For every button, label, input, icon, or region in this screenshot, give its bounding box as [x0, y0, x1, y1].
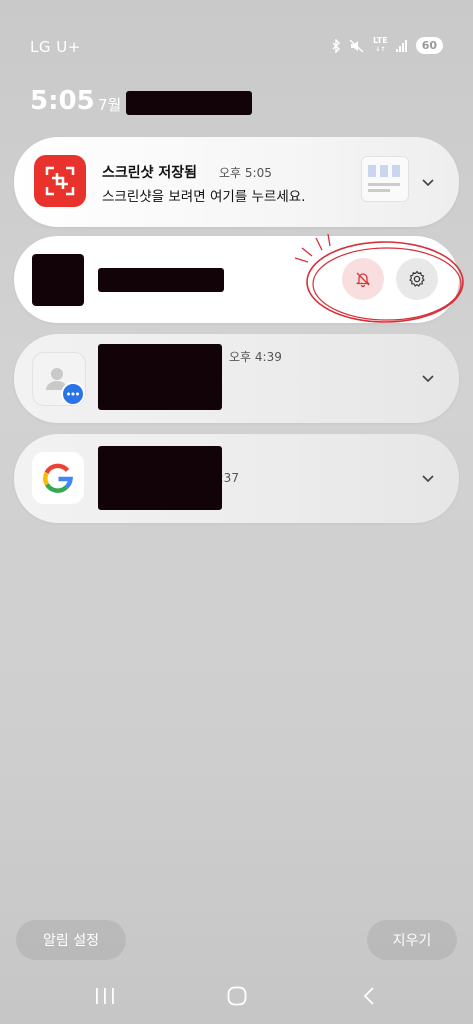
notification-messages[interactable]: 오후 4:39	[14, 334, 459, 423]
notification-screenshot[interactable]: 스크린샷 저장됨 오후 5:05 스크린샷을 보려면 여기를 누르세요.	[14, 137, 459, 227]
redacted-content	[98, 446, 222, 510]
lte-label: LTE	[372, 36, 388, 45]
google-icon	[32, 452, 84, 504]
clock: 5:05	[30, 86, 95, 116]
mute-icon	[349, 38, 365, 53]
recent-apps-icon[interactable]	[92, 985, 118, 1007]
chevron-down-icon[interactable]	[421, 175, 435, 189]
screenshot-icon	[34, 155, 86, 207]
notification-time: 오후 5:05	[219, 166, 272, 180]
clear-all-button[interactable]: 지우기	[367, 920, 457, 960]
back-icon[interactable]	[360, 985, 380, 1007]
battery-icon: 60	[415, 37, 443, 54]
messages-contact-icon	[32, 352, 86, 406]
home-icon[interactable]	[226, 985, 248, 1007]
notification-google[interactable]: 4:37	[14, 434, 459, 523]
chevron-down-icon[interactable]	[421, 371, 435, 385]
notification-title: 스크린샷 저장됨	[102, 165, 198, 181]
redacted-content	[98, 344, 222, 410]
notification-body: 스크린샷을 보려면 여기를 누르세요.	[102, 189, 306, 205]
lte-icon: LTE ↓↑	[372, 36, 388, 54]
redacted-date	[126, 91, 252, 115]
redacted-title	[98, 268, 224, 292]
chevron-down-icon[interactable]	[421, 471, 435, 485]
bluetooth-icon	[331, 38, 341, 53]
redacted-icon	[32, 254, 84, 306]
notification-time: 오후 4:39	[229, 350, 282, 364]
carrier-label: LG U+	[30, 38, 81, 56]
date-label: 7월	[98, 96, 122, 114]
red-circle-annotation	[294, 233, 464, 323]
signal-icon	[395, 39, 408, 52]
notification-settings-button[interactable]: 알림 설정	[16, 920, 126, 960]
screenshot-thumbnail[interactable]	[361, 156, 409, 202]
status-icons: LTE ↓↑ 60	[331, 37, 443, 54]
